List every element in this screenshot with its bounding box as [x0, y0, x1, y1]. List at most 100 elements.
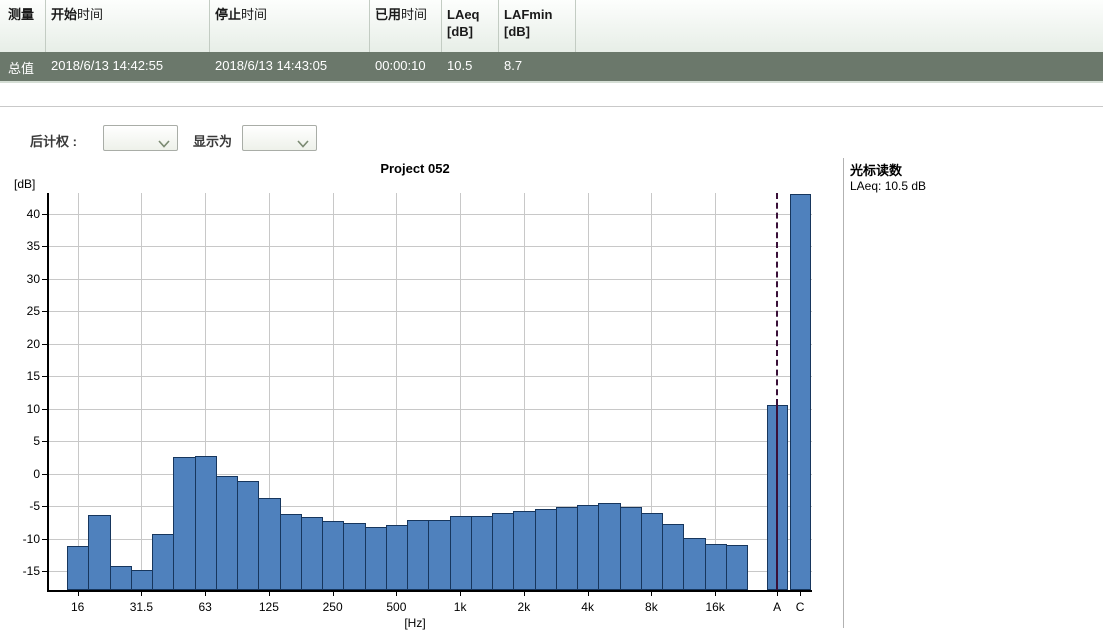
y-gridline [49, 214, 812, 215]
section-divider [0, 106, 1103, 107]
cursor-reading-value: LAeq: 10.5 dB [850, 179, 926, 193]
row-stop-time-value: 2018/6/13 14:43:05 [210, 58, 370, 73]
bar-10k[interactable] [662, 524, 684, 590]
row-elapsed-time-value: 00:00:10 [370, 58, 442, 73]
x-tick [78, 592, 79, 596]
y-tick-label: 30 [0, 272, 40, 286]
display-as-select[interactable] [242, 125, 317, 151]
header-elapsed-rest: 时间 [401, 7, 427, 22]
header-start-strong: 开始 [51, 7, 77, 22]
header-elapsed-strong: 已用 [375, 7, 401, 22]
x-tick [205, 592, 206, 596]
bar-200[interactable] [301, 517, 323, 590]
bar-160[interactable] [280, 514, 302, 590]
x-tick-label: 8k [626, 600, 676, 614]
bar-31.5[interactable] [131, 570, 153, 590]
y-tick-label: 35 [0, 239, 40, 253]
x-tick-label: 2k [499, 600, 549, 614]
post-weighting-label: 后计权 : [30, 131, 77, 150]
chart-title: Project 052 [0, 161, 830, 176]
header-lafmin: LAFmin[dB] [499, 0, 576, 52]
x-tick [269, 592, 270, 596]
bar-20k[interactable] [726, 545, 748, 590]
bar-3.15k[interactable] [556, 507, 578, 590]
bar-2k[interactable] [513, 511, 535, 590]
x-tick-label: 250 [308, 600, 358, 614]
x-tick-label: 31.5 [116, 600, 166, 614]
cursor-line-solid[interactable] [776, 405, 778, 590]
header-measure-label: 测量 [8, 7, 34, 22]
bar-50[interactable] [173, 457, 195, 590]
bar-16[interactable] [67, 546, 89, 590]
x-tick [524, 592, 525, 596]
bar-315[interactable] [343, 523, 365, 590]
bar-500[interactable] [386, 525, 408, 590]
header-measure: 测量 [0, 0, 46, 52]
app-window: 测量 开始时间 停止时间 已用时间 LAeq[dB] LAFmin[dB] 总值… [0, 0, 1103, 637]
bar-125[interactable] [258, 498, 280, 590]
bar-800[interactable] [428, 520, 450, 590]
bar-80[interactable] [216, 476, 238, 590]
bar-16k[interactable] [705, 544, 727, 590]
x-tick [777, 592, 778, 596]
y-tick-label: -10 [0, 532, 40, 546]
header-elapsed-time: 已用时间 [370, 0, 442, 52]
header-laeq: LAeq[dB] [442, 0, 499, 52]
bar-100[interactable] [237, 481, 259, 590]
y-tick-label: -5 [0, 499, 40, 513]
header-stop-rest: 时间 [241, 7, 267, 22]
bar-1.6k[interactable] [492, 513, 514, 590]
y-gridline [49, 376, 812, 377]
cursor-line-dashed[interactable] [776, 193, 778, 405]
header-empty [576, 0, 1103, 52]
x-tick-label: 4k [563, 600, 613, 614]
x-tick [141, 592, 142, 596]
x-axis-unit-label: [Hz] [0, 616, 830, 630]
bar-4k[interactable] [577, 505, 599, 590]
y-tick-label: 10 [0, 402, 40, 416]
chevron-down-icon [297, 135, 309, 153]
x-tick-label: 63 [180, 600, 230, 614]
bar-2.5k[interactable] [535, 509, 557, 590]
post-weighting-select[interactable] [103, 125, 178, 151]
x-gridline [78, 193, 79, 590]
bar-5k[interactable] [598, 503, 620, 590]
y-gridline [49, 344, 812, 345]
x-tick-label: C [775, 600, 825, 614]
x-gridline [715, 193, 716, 590]
bar-1k[interactable] [450, 516, 472, 590]
bar-630[interactable] [407, 520, 429, 590]
y-gridline [49, 506, 812, 507]
x-tick-label: 500 [371, 600, 421, 614]
bar-12.5k[interactable] [683, 538, 705, 590]
y-tick-label: 25 [0, 304, 40, 318]
y-axis-line [47, 193, 49, 592]
y-tick-label: 15 [0, 369, 40, 383]
header-stop-strong: 停止 [215, 7, 241, 22]
y-tick-label: 5 [0, 434, 40, 448]
y-tick-label: 40 [0, 207, 40, 221]
bar-20[interactable] [88, 515, 110, 590]
x-tick [588, 592, 589, 596]
row-underline [0, 81, 1103, 83]
bar-25[interactable] [110, 566, 132, 590]
bar-8k[interactable] [641, 513, 663, 591]
bar-400[interactable] [365, 527, 387, 590]
bar-6.3k[interactable] [620, 507, 642, 590]
x-tick [651, 592, 652, 596]
bar-1.25k[interactable] [471, 516, 493, 590]
bar-C[interactable] [790, 194, 812, 590]
table-data-row[interactable]: 总值 2018/6/13 14:42:55 2018/6/13 14:43:05… [0, 52, 1103, 81]
bar-250[interactable] [322, 521, 344, 590]
row-laeq-value: 10.5 [442, 58, 499, 73]
x-tick [460, 592, 461, 596]
x-tick-label: 125 [244, 600, 294, 614]
x-gridline [141, 193, 142, 590]
y-gridline [49, 311, 812, 312]
x-tick-label: 16 [53, 600, 103, 614]
chevron-down-icon [158, 135, 170, 153]
bar-63[interactable] [195, 456, 217, 590]
header-stop-time: 停止时间 [210, 0, 370, 52]
header-start-rest: 时间 [77, 7, 103, 22]
bar-40[interactable] [152, 534, 174, 590]
